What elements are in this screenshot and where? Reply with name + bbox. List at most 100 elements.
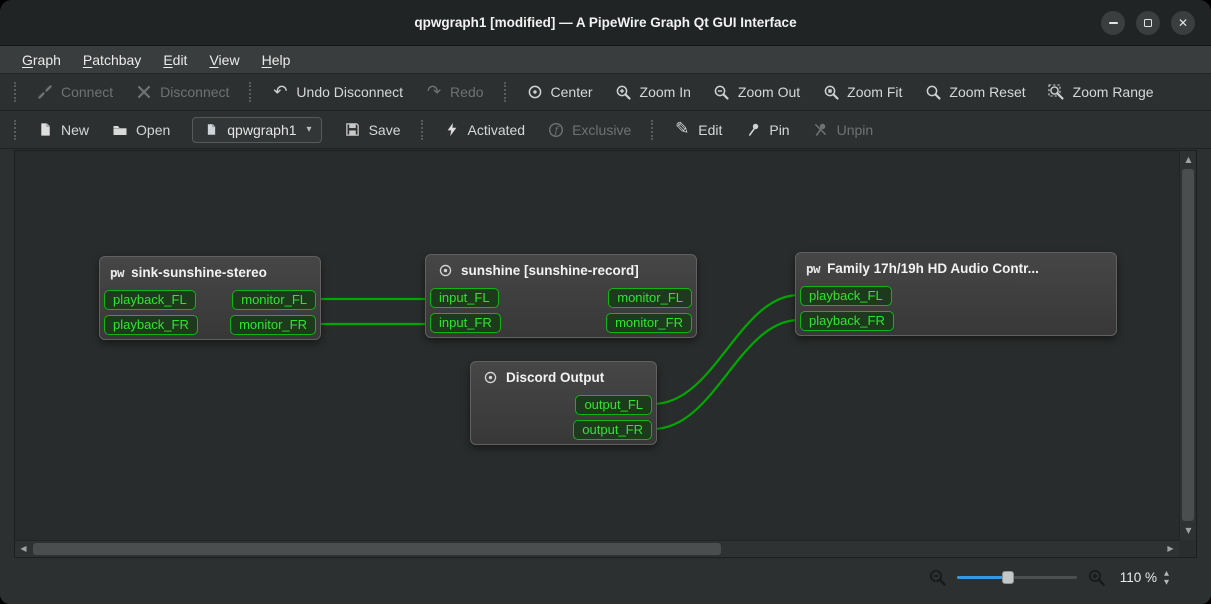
port-pill[interactable]: playback_FR [800, 311, 894, 331]
undo-disconnect-button[interactable]: ↶ Undo Disconnect [261, 79, 413, 105]
connect-icon [36, 83, 54, 101]
zoom-fit-button[interactable]: Zoom Fit [812, 79, 912, 105]
port-pill[interactable]: playback_FL [104, 290, 196, 310]
zoom-slider-handle[interactable] [1001, 571, 1014, 584]
node-sink-sunshine-stereo[interactable]: pw sink-sunshine-stereo playback_FL moni… [99, 256, 321, 340]
scroll-left-arrow[interactable]: ◀ [15, 541, 32, 557]
node-family-hd-audio[interactable]: pw Family 17h/19h HD Audio Contr... play… [795, 252, 1117, 336]
port-pill[interactable]: monitor_FL [232, 290, 316, 310]
zoom-in-button[interactable]: Zoom In [605, 79, 701, 105]
scroll-up-arrow[interactable]: ▲ [1180, 152, 1197, 168]
toolbar-drag-handle[interactable] [14, 82, 16, 102]
toolbar-separator [651, 119, 654, 140]
node-title-bar: Discord Output [471, 362, 656, 392]
scroll-right-arrow[interactable]: ▶ [1162, 541, 1179, 557]
graph-toolbar: Connect Disconnect ↶ Undo Disconnect ↷ R… [0, 74, 1211, 111]
new-file-icon [36, 121, 54, 139]
window-controls: ✕ [1101, 11, 1195, 35]
edit-button[interactable]: ✎ Edit [663, 117, 732, 143]
close-button[interactable]: ✕ [1171, 11, 1195, 35]
port-list: input_FL monitor_FL input_FR monitor_FR [426, 285, 696, 333]
zoom-fit-icon [822, 83, 840, 101]
spin-up-arrow[interactable]: ▲ [1164, 570, 1169, 577]
undo-icon: ↶ [273, 81, 288, 102]
menu-help[interactable]: Help [252, 49, 301, 71]
vertical-scrollbar[interactable]: ▲ ▼ [1179, 151, 1196, 540]
port-row: input_FR monitor_FR [430, 313, 692, 333]
zoom-in-plus-icon [1087, 568, 1106, 587]
menu-edit[interactable]: Edit [153, 49, 197, 71]
node-discord-output[interactable]: Discord Output output_FL output_FR [470, 361, 657, 445]
preset-combobox-value: qpwgraph1 [227, 121, 297, 138]
zoom-out-button[interactable]: Zoom Out [703, 79, 810, 105]
scrollbar-corner [1179, 540, 1196, 557]
zoom-in-label: Zoom In [639, 84, 691, 100]
center-button[interactable]: Center [516, 79, 603, 105]
node-title: Discord Output [506, 369, 605, 385]
port-pill[interactable]: output_FL [575, 395, 652, 415]
minimize-button[interactable] [1101, 11, 1125, 35]
maximize-icon [1144, 19, 1152, 27]
node-title-bar: pw sink-sunshine-stereo [100, 257, 320, 287]
port-row: playback_FR [800, 311, 1112, 331]
scroll-down-arrow[interactable]: ▼ [1180, 523, 1197, 539]
open-folder-icon [111, 121, 129, 139]
disconnect-icon [135, 83, 153, 101]
activated-toggle-button[interactable]: Activated [433, 117, 536, 143]
port-pill[interactable]: monitor_FR [230, 315, 316, 335]
menu-graph[interactable]: Graph [12, 49, 71, 71]
port-row: playback_FR monitor_FR [104, 315, 316, 335]
zoom-range-button[interactable]: Zoom Range [1038, 79, 1164, 105]
port-pill[interactable]: monitor_FL [608, 288, 692, 308]
redo-button[interactable]: ↷ Redo [415, 79, 493, 105]
save-floppy-icon [344, 121, 362, 139]
zoom-value[interactable]: 110 % [1120, 570, 1157, 585]
center-icon [526, 83, 544, 101]
zoom-out-minus-icon [928, 568, 947, 587]
zoom-reset-button[interactable]: Zoom Reset [914, 79, 1035, 105]
node-sunshine-record[interactable]: sunshine [sunshine-record] input_FL moni… [425, 254, 697, 338]
port-row: output_FL [475, 395, 652, 415]
zoom-range-icon [1048, 83, 1066, 101]
port-pill[interactable]: output_FR [573, 420, 652, 440]
exclusive-toggle-button[interactable]: f Exclusive [537, 117, 641, 143]
titlebar[interactable]: qpwgraph1 [modified] — A PipeWire Graph … [0, 0, 1211, 46]
pin-icon [744, 121, 762, 139]
pin-button[interactable]: Pin [734, 117, 799, 143]
chevron-down-icon: ▾ [306, 124, 312, 135]
zoom-spinbox[interactable]: 110 % ▲ ▼ [1116, 567, 1173, 588]
maximize-button[interactable] [1136, 11, 1160, 35]
menu-view[interactable]: View [199, 49, 249, 71]
pipewire-icon: pw [110, 264, 125, 280]
center-label: Center [550, 84, 593, 100]
menubar: Graph Patchbay Edit View Help [0, 46, 1211, 74]
new-button[interactable]: New [26, 117, 99, 143]
disconnect-button[interactable]: Disconnect [125, 79, 239, 105]
horizontal-scrollbar[interactable]: ◀ ▶ [15, 540, 1179, 557]
spin-down-arrow[interactable]: ▼ [1164, 578, 1169, 586]
zoom-slider[interactable] [956, 570, 1077, 585]
port-pill[interactable]: input_FL [430, 288, 499, 308]
connect-button[interactable]: Connect [26, 79, 123, 105]
minimize-icon [1108, 22, 1118, 24]
vertical-scrollbar-thumb[interactable] [1182, 169, 1194, 521]
application-icon [436, 261, 454, 279]
port-pill[interactable]: playback_FL [800, 286, 892, 306]
unpin-label: Unpin [836, 121, 874, 138]
horizontal-scrollbar-thumb[interactable] [33, 543, 721, 555]
port-list: output_FL output_FR [471, 392, 656, 440]
toolbar-drag-handle[interactable] [14, 119, 16, 140]
unpin-button[interactable]: Unpin [802, 117, 884, 143]
lightning-bolt-icon [443, 121, 461, 139]
open-button[interactable]: Open [101, 117, 180, 143]
save-button[interactable]: Save [334, 117, 411, 143]
undo-disconnect-label: Undo Disconnect [296, 84, 404, 100]
port-pill[interactable]: monitor_FR [606, 313, 692, 333]
spinbox-arrows: ▲ ▼ [1164, 570, 1169, 585]
port-pill[interactable]: playback_FR [104, 315, 198, 335]
port-row: playback_FL [800, 286, 1112, 306]
graph-canvas[interactable]: pw sink-sunshine-stereo playback_FL moni… [15, 151, 1179, 540]
menu-patchbay[interactable]: Patchbay [73, 49, 151, 71]
patchbay-preset-combobox[interactable]: qpwgraph1 ▾ [192, 116, 322, 143]
port-pill[interactable]: input_FR [430, 313, 501, 333]
